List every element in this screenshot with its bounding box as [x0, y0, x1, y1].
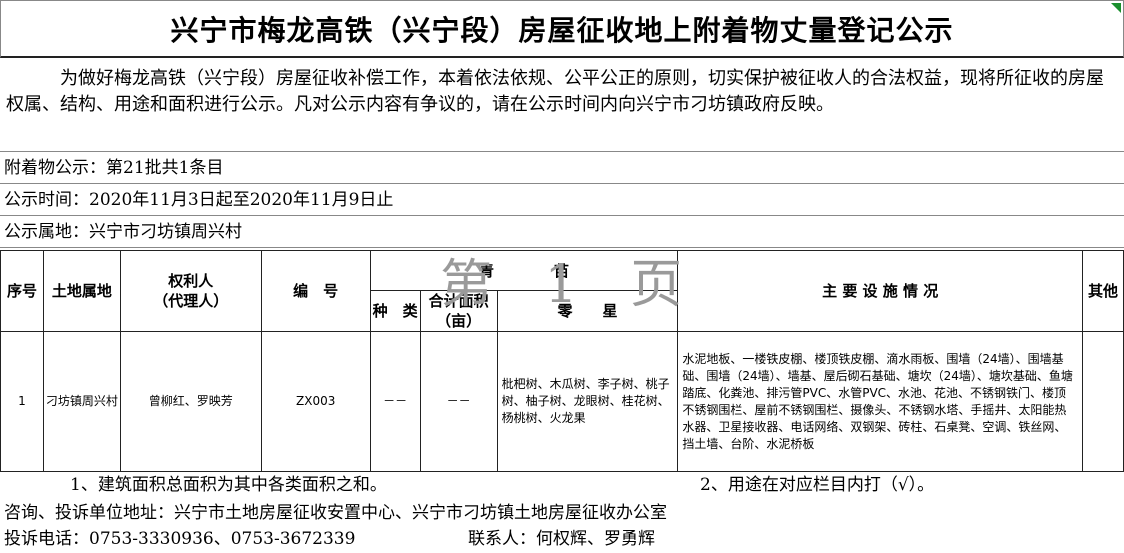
- notice-sheet: 兴宁市梅龙高铁（兴宁段）房屋征收地上附着物丈量登记公示 为做好梅龙高铁（兴宁段）…: [0, 0, 1124, 551]
- period-info: 公示时间：2020年11月3日起至2020年11月9日止: [0, 184, 1124, 216]
- cell-owner: 曾柳红、罗映芳: [119, 331, 262, 472]
- note-usage-check: 2、用途在对应栏目内打（√）。: [700, 475, 935, 495]
- header-owner: 权利人 （代理人）: [119, 250, 262, 332]
- footer-phone: 投诉电话：0753-3330936、0753-3672339: [4, 529, 356, 549]
- note-area-sum: 1、建筑面积总面积为其中各类面积之和。: [70, 475, 387, 495]
- cell-facilities: 水泥地板、一楼铁皮棚、楼顶铁皮棚、滴水雨板、围墙（24墙）、围墙基础、围墙（24…: [677, 331, 1083, 472]
- registration-table: 序号 土地属地 权利人 （代理人） 编 号 青 苗 主 要 设 施 情 况 其他…: [0, 250, 1124, 472]
- cell-area: －－: [419, 331, 498, 472]
- intro-paragraph: 为做好梅龙高铁（兴宁段）房屋征收补偿工作，本着依法依规、公平公正的原则，切实保护…: [0, 58, 1124, 152]
- page-title: 兴宁市梅龙高铁（兴宁段）房屋征收地上附着物丈量登记公示: [0, 0, 1124, 58]
- header-scattered: 零 星: [496, 290, 679, 332]
- header-facilities: 主 要 设 施 情 况: [677, 250, 1083, 332]
- cell-comment-marker: [1111, 3, 1121, 13]
- batch-info: 附着物公示：第21批共1条目: [0, 152, 1124, 184]
- header-area-line2: （亩）: [436, 312, 482, 330]
- cell-scattered: 枇杷树、木瓜树、李子树、桃子树、柚子树、龙眼树、桂花树、杨桃树、火龙果: [496, 331, 679, 472]
- cell-kind: －－: [369, 331, 421, 472]
- page-title-text: 兴宁市梅龙高铁（兴宁段）房屋征收地上附着物丈量登记公示: [170, 14, 954, 47]
- table-row: 1 刁坊镇周兴村 曾柳红、罗映芳 ZX003 －－ －－ 枇杷树、木瓜树、李子树…: [0, 331, 1124, 472]
- header-owner-line1: 权利人: [168, 272, 214, 290]
- header-kind: 种 类: [369, 290, 421, 332]
- header-area: 合计面积 （亩）: [419, 290, 498, 332]
- header-seedling: 青 苗: [369, 250, 679, 291]
- cell-other: [1081, 331, 1124, 472]
- header-land: 土地属地: [42, 250, 121, 332]
- footer-address: 咨询、投诉单位地址：兴宁市土地房屋征收安置中心、兴宁市刁坊镇土地房屋征收办公室: [4, 503, 667, 523]
- header-code: 编 号: [260, 250, 371, 332]
- header-other: 其他: [1081, 250, 1124, 332]
- header-index: 序号: [0, 250, 44, 332]
- location-info: 公示属地：兴宁市刁坊镇周兴村: [0, 216, 1124, 248]
- cell-land: 刁坊镇周兴村: [42, 331, 121, 472]
- cell-code: ZX003: [260, 331, 371, 472]
- header-owner-line2: （代理人）: [153, 292, 229, 310]
- cell-index: 1: [0, 331, 44, 472]
- footer-contact: 联系人：何权辉、罗勇辉: [468, 529, 655, 549]
- header-area-line1: 合计面积: [428, 292, 489, 310]
